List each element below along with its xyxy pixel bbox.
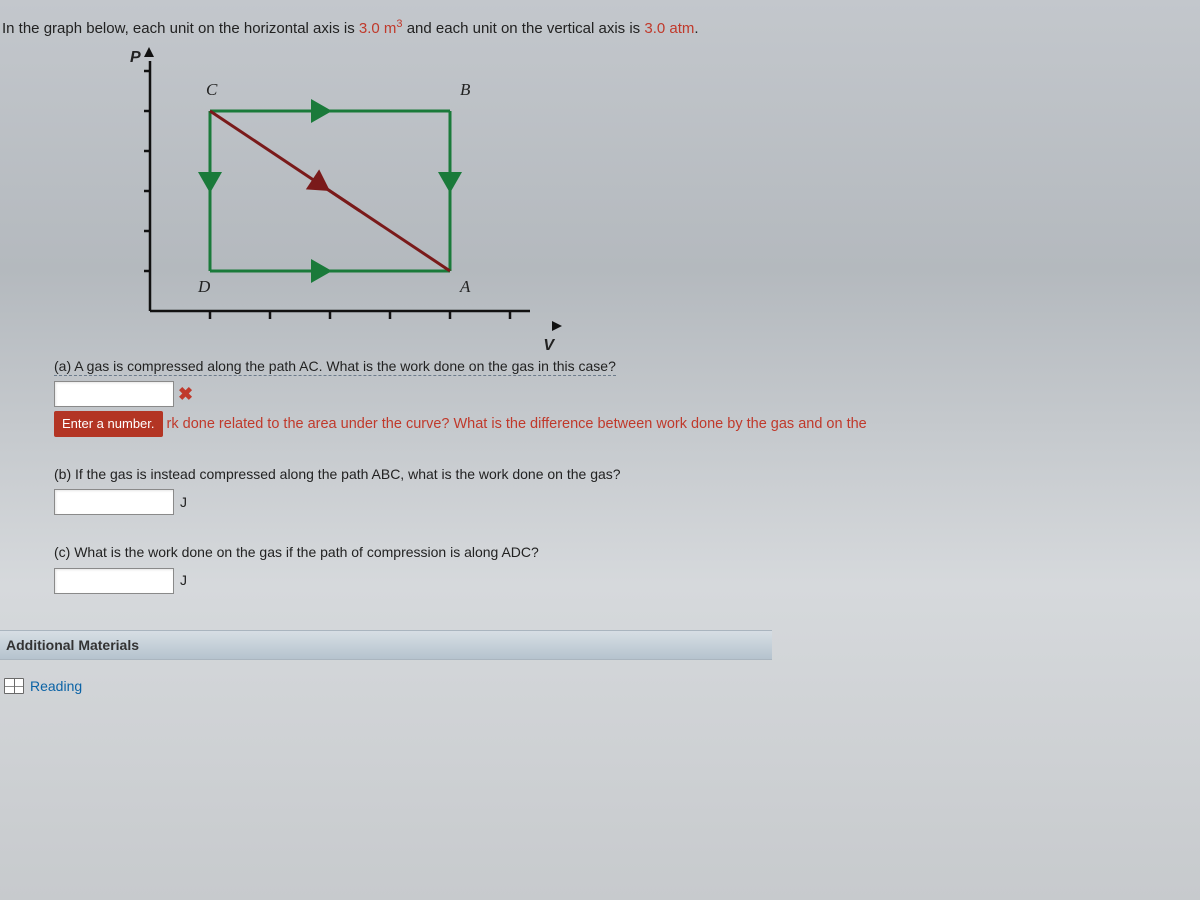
y-axis-label: P	[130, 49, 141, 67]
hint-text-fragment: rk done related to the area under the cu…	[167, 416, 867, 432]
part-b-input-line: J	[54, 489, 1200, 515]
part-c-input-line: J	[54, 568, 1200, 594]
x-axis-arrow-icon	[552, 321, 562, 331]
intro-mid: and each unit on the vertical axis is	[403, 20, 645, 37]
intro-lead: In the graph below, each unit on the hor…	[2, 20, 359, 37]
y-axis-arrow-icon	[144, 47, 154, 57]
vertical-unit: 3.0 atm	[644, 20, 694, 37]
part-c: (c) What is the work done on the gas if …	[54, 541, 1200, 593]
graph-svg	[130, 51, 550, 341]
horizontal-unit: 3.0 m3	[359, 20, 403, 37]
part-c-input[interactable]	[54, 568, 174, 594]
pv-graph: P	[130, 51, 570, 341]
corner-label-d: D	[198, 277, 210, 297]
additional-materials-header: Additional Materials	[0, 630, 772, 660]
reading-link[interactable]: Reading	[4, 678, 1200, 694]
part-a-input[interactable]	[54, 381, 174, 407]
part-b-input[interactable]	[54, 489, 174, 515]
book-icon	[4, 678, 24, 694]
enter-number-tooltip: Enter a number.	[54, 411, 163, 437]
part-a-prompt: (a) A gas is compressed along the path A…	[54, 355, 1200, 377]
intro-text: In the graph below, each unit on the hor…	[0, 8, 1200, 45]
corner-label-b: B	[460, 80, 470, 100]
corner-label-a: A	[460, 277, 470, 297]
question-page: In the graph below, each unit on the hor…	[0, 0, 1200, 694]
part-c-prompt: (c) What is the work done on the gas if …	[54, 541, 1200, 563]
part-b-prompt: (b) If the gas is instead compressed alo…	[54, 463, 1200, 485]
part-b-unit: J	[180, 491, 187, 513]
part-a-hint: Enter a number. rk done related to the a…	[54, 411, 1200, 437]
corner-label-c: C	[206, 80, 217, 100]
reading-label: Reading	[30, 678, 82, 694]
intro-tail: .	[694, 20, 698, 37]
part-a: (a) A gas is compressed along the path A…	[54, 355, 1200, 437]
incorrect-icon: ✖	[178, 385, 193, 403]
part-b: (b) If the gas is instead compressed alo…	[54, 463, 1200, 515]
part-a-input-line: ✖	[54, 381, 1200, 407]
x-axis-label: V	[543, 337, 554, 355]
part-c-unit: J	[180, 569, 187, 591]
